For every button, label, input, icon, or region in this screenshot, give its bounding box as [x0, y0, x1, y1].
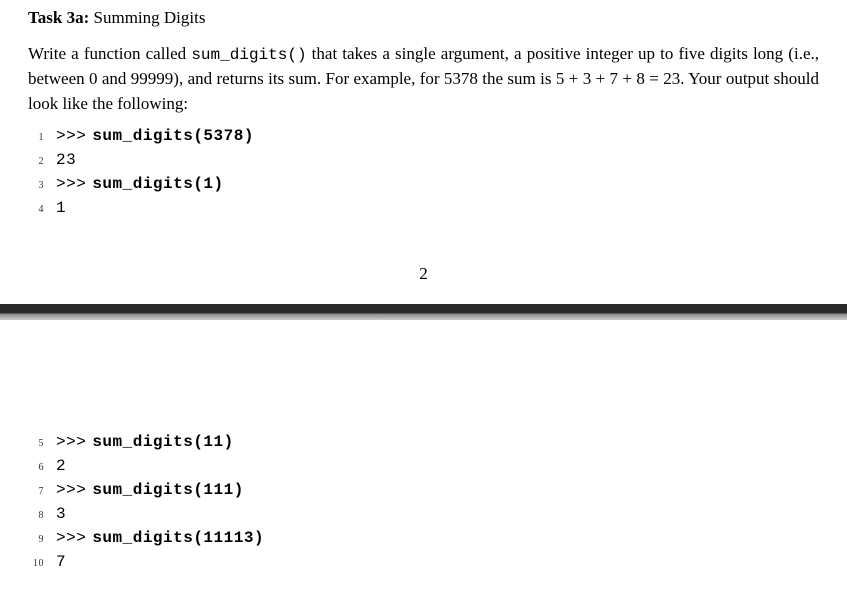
line-number: 4 [28, 202, 44, 217]
code-output: 23 [56, 148, 76, 172]
code-line: 10 7 [28, 550, 819, 574]
line-number: 8 [28, 508, 44, 523]
code-call: sum_digits(11) [92, 430, 233, 454]
code-line: 1 >>> sum_digits(5378) [28, 124, 819, 148]
repl-prompt: >>> [56, 124, 86, 148]
code-line: 5 >>> sum_digits(11) [28, 430, 819, 454]
page-top-section: Task 3a: Summing Digits Write a function… [0, 0, 847, 116]
code-line: 8 3 [28, 502, 819, 526]
task-heading: Task 3a: Summing Digits [28, 8, 819, 28]
code-call: sum_digits(111) [92, 478, 244, 502]
code-output: 7 [56, 550, 66, 574]
page-number: 2 [0, 264, 847, 284]
desc-fn-name: sum_digits() [191, 46, 306, 64]
line-number: 10 [28, 556, 44, 571]
task-heading-bold: Task 3a: [28, 8, 89, 27]
repl-prompt: >>> [56, 172, 86, 196]
desc-pre: Write a function called [28, 44, 191, 63]
code-line: 4 1 [28, 196, 819, 220]
code-output: 2 [56, 454, 66, 478]
line-number: 7 [28, 484, 44, 499]
repl-prompt: >>> [56, 526, 86, 550]
repl-prompt: >>> [56, 430, 86, 454]
code-call: sum_digits(11113) [92, 526, 264, 550]
code-line: 2 23 [28, 148, 819, 172]
code-call: sum_digits(5378) [92, 124, 254, 148]
task-heading-rest: Summing Digits [89, 8, 205, 27]
line-number: 3 [28, 178, 44, 193]
code-line: 6 2 [28, 454, 819, 478]
code-line: 9 >>> sum_digits(11113) [28, 526, 819, 550]
page-divider [0, 304, 847, 320]
line-number: 2 [28, 154, 44, 169]
code-output: 3 [56, 502, 66, 526]
code-call: sum_digits(1) [92, 172, 223, 196]
line-number: 1 [28, 130, 44, 145]
repl-prompt: >>> [56, 478, 86, 502]
line-number: 9 [28, 532, 44, 547]
task-description: Write a function called sum_digits() tha… [28, 42, 819, 116]
code-line: 3 >>> sum_digits(1) [28, 172, 819, 196]
line-number: 5 [28, 436, 44, 451]
code-line: 7 >>> sum_digits(111) [28, 478, 819, 502]
code-block-top: 1 >>> sum_digits(5378) 2 23 3 >>> sum_di… [0, 124, 847, 220]
code-block-bottom: 5 >>> sum_digits(11) 6 2 7 >>> sum_digit… [0, 430, 847, 574]
line-number: 6 [28, 460, 44, 475]
code-output: 1 [56, 196, 66, 220]
